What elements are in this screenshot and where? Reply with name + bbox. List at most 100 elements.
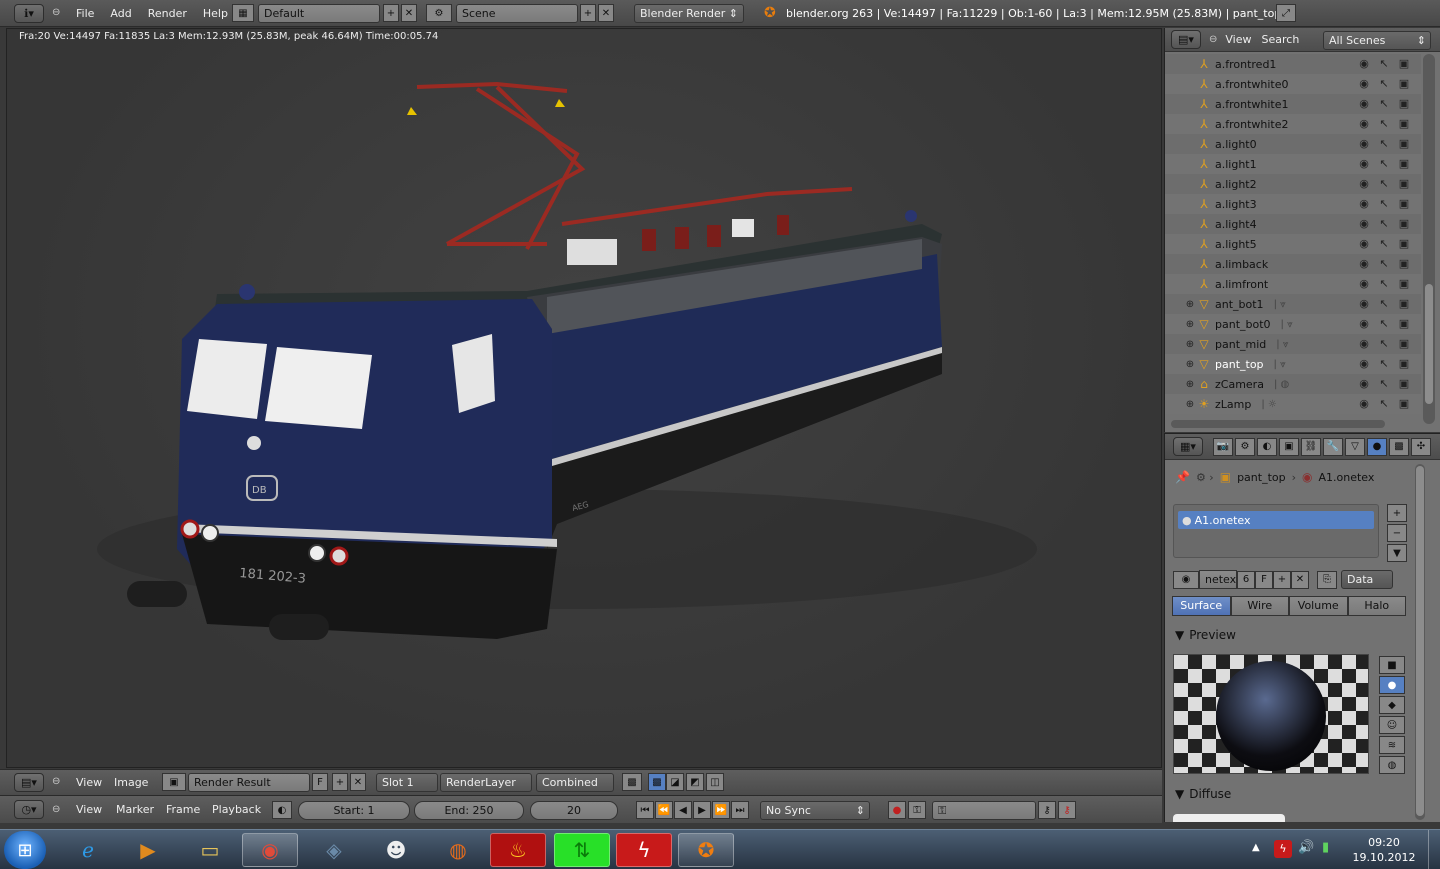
- render-tab-icon[interactable]: 📷: [1213, 437, 1233, 456]
- media-player-icon[interactable]: ▶: [120, 833, 176, 867]
- renderable-camera-icon[interactable]: ▣: [1397, 397, 1411, 411]
- scene-icon[interactable]: ⚙: [426, 4, 452, 22]
- renderable-camera-icon[interactable]: ▣: [1397, 277, 1411, 291]
- outliner-item-name[interactable]: a.light4: [1215, 218, 1257, 231]
- volume-icon[interactable]: 🔊: [1298, 840, 1314, 855]
- image-browse-icon[interactable]: ▣: [162, 773, 186, 791]
- material-users-count[interactable]: 6: [1237, 570, 1255, 589]
- layout-field[interactable]: Default: [258, 4, 380, 23]
- fullscreen-icon[interactable]: ⤢: [1276, 4, 1296, 22]
- visibility-eye-icon[interactable]: ◉: [1357, 357, 1371, 371]
- selectable-cursor-icon[interactable]: ↖: [1377, 157, 1391, 171]
- selectable-cursor-icon[interactable]: ↖: [1377, 137, 1391, 151]
- selectable-cursor-icon[interactable]: ↖: [1377, 57, 1391, 71]
- outliner-horizontal-scrollbar[interactable]: [1171, 420, 1385, 428]
- remove-scene-icon[interactable]: ✕: [598, 4, 614, 22]
- outliner-item[interactable]: ⊕ ⌂ zCamera | ◍ ◉ ↖ ▣: [1165, 374, 1421, 394]
- visibility-eye-icon[interactable]: ◉: [1357, 217, 1371, 231]
- zbuffer-icon[interactable]: ◪: [666, 773, 684, 791]
- selectable-cursor-icon[interactable]: ↖: [1377, 77, 1391, 91]
- outliner-item-name[interactable]: a.frontwhite1: [1215, 98, 1289, 111]
- internet-explorer-icon[interactable]: ℯ: [60, 833, 116, 867]
- material-browse-icon[interactable]: ◉: [1173, 570, 1199, 589]
- preview-monkey-icon[interactable]: ☺: [1379, 716, 1405, 734]
- visibility-eye-icon[interactable]: ◉: [1357, 117, 1371, 131]
- sync-mode-select[interactable]: No Sync ⇕: [760, 801, 870, 820]
- visibility-eye-icon[interactable]: ◉: [1357, 57, 1371, 71]
- visibility-eye-icon[interactable]: ◉: [1357, 77, 1371, 91]
- outliner-item[interactable]: ⅄ a.frontred1 ◉ ↖ ▣: [1165, 54, 1421, 74]
- record-icon[interactable]: ●: [888, 801, 906, 819]
- outliner-vertical-scrollbar[interactable]: [1423, 54, 1435, 424]
- remove-layout-icon[interactable]: ✕: [401, 4, 417, 22]
- expand-icon[interactable]: ⊕: [1183, 319, 1197, 330]
- mesh-data-icon[interactable]: | ⩔: [1281, 319, 1293, 330]
- show-desktop-button[interactable]: [1428, 830, 1440, 869]
- preview-plane-icon[interactable]: ■: [1379, 656, 1405, 674]
- outliner-item-name[interactable]: a.limback: [1215, 258, 1268, 271]
- insert-keyframe-icon[interactable]: ⚷: [1038, 801, 1056, 819]
- modifiers-tab-icon[interactable]: 🔧: [1323, 437, 1343, 456]
- outliner-item-name[interactable]: ant_bot1: [1215, 298, 1264, 311]
- preview-world-icon[interactable]: ◍: [1379, 756, 1405, 774]
- expand-icon[interactable]: ⊕: [1183, 299, 1197, 310]
- outliner-view-menu[interactable]: View: [1217, 28, 1259, 53]
- outliner-item[interactable]: ⅄ a.frontwhite1 ◉ ↖ ▣: [1165, 94, 1421, 114]
- outliner-item[interactable]: ⊕ ▽ pant_mid | ⩔ ◉ ↖ ▣: [1165, 334, 1421, 354]
- diffuse-color-swatch[interactable]: [1173, 814, 1285, 822]
- tray-app-icon[interactable]: ϟ: [1274, 840, 1292, 858]
- outliner-item-name[interactable]: a.limfront: [1215, 278, 1268, 291]
- selectable-cursor-icon[interactable]: ↖: [1377, 97, 1391, 111]
- expand-icon[interactable]: ⊕: [1183, 399, 1197, 410]
- material-name-field[interactable]: netex: [1199, 570, 1237, 589]
- visibility-eye-icon[interactable]: ◉: [1357, 97, 1371, 111]
- visibility-eye-icon[interactable]: ◉: [1357, 237, 1371, 251]
- tab-surface[interactable]: Surface: [1172, 596, 1231, 616]
- preview-panel-header[interactable]: ▼ Preview: [1175, 625, 1236, 645]
- scene-field[interactable]: Scene: [456, 4, 578, 23]
- menu-help[interactable]: Help: [195, 0, 236, 27]
- visibility-eye-icon[interactable]: ◉: [1357, 277, 1371, 291]
- render-viewport[interactable]: Fra:20 Ve:14497 Fa:11835 La:3 Mem:12.93M…: [6, 28, 1162, 768]
- image-name-field[interactable]: Render Result: [188, 773, 310, 792]
- renderable-camera-icon[interactable]: ▣: [1397, 137, 1411, 151]
- renderable-camera-icon[interactable]: ▣: [1397, 57, 1411, 71]
- outliner-item-name[interactable]: pant_top: [1215, 358, 1264, 371]
- material-slot-list[interactable]: ● A1.onetex: [1173, 504, 1379, 558]
- draw-channels-icon[interactable]: ▩: [622, 773, 642, 791]
- preview-hair-icon[interactable]: ≋: [1379, 736, 1405, 754]
- clock[interactable]: 09:20 19.10.2012: [1346, 835, 1422, 865]
- outliner-item-name[interactable]: a.light2: [1215, 178, 1257, 191]
- visibility-eye-icon[interactable]: ◉: [1357, 337, 1371, 351]
- outliner-item[interactable]: ⊕ ▽ ant_bot1 | ⩔ ◉ ↖ ▣: [1165, 294, 1421, 314]
- selectable-cursor-icon[interactable]: ↖: [1377, 177, 1391, 191]
- object-tab-icon[interactable]: ▣: [1279, 437, 1299, 456]
- unlink-image-icon[interactable]: ✕: [350, 773, 366, 791]
- unlink-material-icon[interactable]: ✕: [1291, 570, 1309, 589]
- outliner-item[interactable]: ⅄ a.light5 ◉ ↖ ▣: [1165, 234, 1421, 254]
- outliner-item-name[interactable]: a.frontwhite2: [1215, 118, 1289, 131]
- visibility-eye-icon[interactable]: ◉: [1357, 317, 1371, 331]
- selectable-cursor-icon[interactable]: ↖: [1377, 357, 1391, 371]
- renderable-camera-icon[interactable]: ▣: [1397, 237, 1411, 251]
- lamp-data-icon[interactable]: | ☼: [1261, 399, 1277, 410]
- renderable-camera-icon[interactable]: ▣: [1397, 377, 1411, 391]
- alpha-checker-icon[interactable]: ▩: [648, 773, 666, 791]
- mesh-data-icon[interactable]: | ⩔: [1274, 299, 1286, 310]
- mesh-data-icon[interactable]: | ⩔: [1274, 359, 1286, 370]
- visibility-eye-icon[interactable]: ◉: [1357, 377, 1371, 391]
- visibility-eye-icon[interactable]: ◉: [1357, 177, 1371, 191]
- expand-icon[interactable]: ⊕: [1183, 359, 1197, 370]
- timeline-view-menu[interactable]: View: [68, 796, 110, 824]
- menu-add[interactable]: Add: [102, 0, 139, 27]
- outliner-item[interactable]: ⊕ ▽ pant_top | ⩔ ◉ ↖ ▣: [1165, 354, 1421, 374]
- physics-tab-icon[interactable]: ✣: [1411, 437, 1431, 456]
- visibility-eye-icon[interactable]: ◉: [1357, 157, 1371, 171]
- frame-end-field[interactable]: End: 250: [414, 801, 524, 820]
- preview-cube-icon[interactable]: ◆: [1379, 696, 1405, 714]
- properties-scrollbar[interactable]: [1415, 464, 1425, 820]
- explorer-icon[interactable]: ▭: [182, 833, 238, 867]
- timeline-editor-type-button[interactable]: ◷▾: [14, 800, 44, 819]
- visibility-eye-icon[interactable]: ◉: [1357, 257, 1371, 271]
- outliner-filter-select[interactable]: All Scenes ⇕: [1323, 31, 1431, 50]
